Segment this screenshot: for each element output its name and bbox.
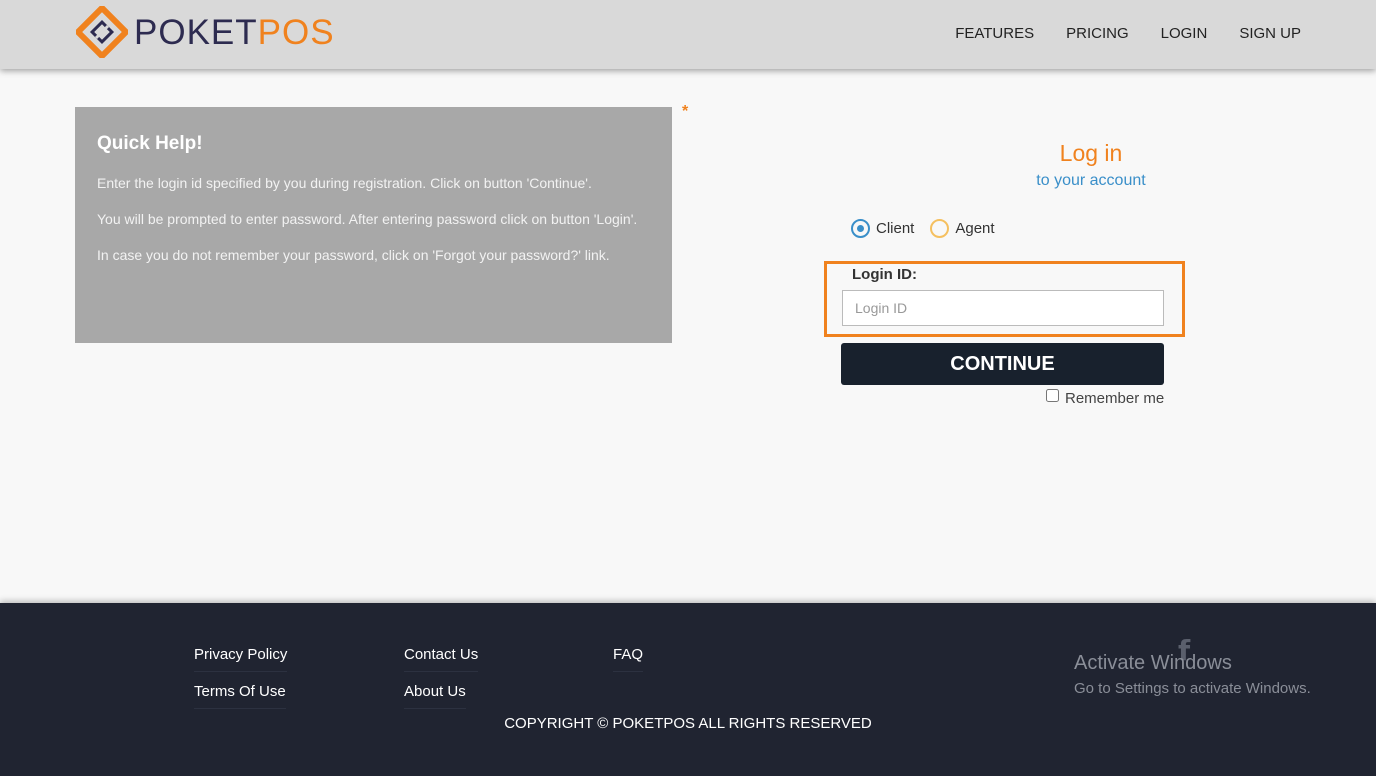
quick-help-title: Quick Help!	[97, 133, 203, 154]
footer-link-faq[interactable]: FAQ	[613, 646, 644, 672]
login-id-input[interactable]	[842, 290, 1164, 326]
remember-me-checkbox[interactable]	[1046, 389, 1059, 402]
login-title: Log in	[1059, 140, 1123, 166]
poketpos-logo-icon	[76, 6, 128, 58]
nav-sign-up[interactable]: SIGN UP	[1239, 25, 1301, 42]
remember-me-label: Remember me	[1065, 390, 1165, 407]
radio-agent[interactable]	[930, 219, 950, 238]
user-type-radio-group: Client Agent	[851, 219, 995, 238]
quick-help-text-2: You will be prompted to enter password. …	[97, 211, 638, 227]
logo[interactable]: POKETPOS	[76, 6, 335, 58]
nav-features[interactable]: FEATURES	[955, 25, 1034, 42]
quick-help-text-3: In case you do not remember your passwor…	[97, 247, 610, 263]
windows-watermark-title: Activate Windows	[1074, 652, 1232, 674]
footer-link-privacy-policy[interactable]: Privacy Policy	[194, 646, 288, 672]
radio-client-label[interactable]: Client	[876, 220, 914, 237]
required-asterisk: *	[682, 103, 689, 120]
remember-me[interactable]: Remember me	[1046, 389, 1165, 407]
footer-link-terms-of-use[interactable]: Terms Of Use	[194, 683, 286, 709]
login-subtitle: to your account	[1036, 172, 1146, 189]
footer-link-contact-us[interactable]: Contact Us	[404, 646, 479, 672]
quick-help-text-1: Enter the login id specified by you duri…	[97, 175, 592, 191]
radio-client[interactable]	[851, 219, 870, 238]
main-nav: FEATURES PRICING LOGIN SIGN UP	[923, 25, 1301, 42]
nav-pricing[interactable]: PRICING	[1066, 25, 1129, 42]
login-id-label: Login ID:	[852, 266, 917, 283]
logo-text: POKETPOS	[134, 12, 335, 52]
quick-help-panel: Quick Help! Enter the login id specified…	[75, 107, 672, 343]
site-header: POKETPOS FEATURES PRICING LOGIN SIGN UP	[0, 0, 1376, 69]
windows-watermark-subtitle: Go to Settings to activate Windows.	[1074, 680, 1311, 697]
footer-link-about-us[interactable]: About Us	[404, 683, 466, 709]
copyright-text: COPYRIGHT © POKETPOS ALL RIGHTS RESERVED	[504, 715, 872, 732]
radio-agent-label[interactable]: Agent	[955, 220, 994, 237]
continue-button[interactable]: CONTINUE	[841, 343, 1164, 385]
nav-login[interactable]: LOGIN	[1161, 25, 1208, 42]
